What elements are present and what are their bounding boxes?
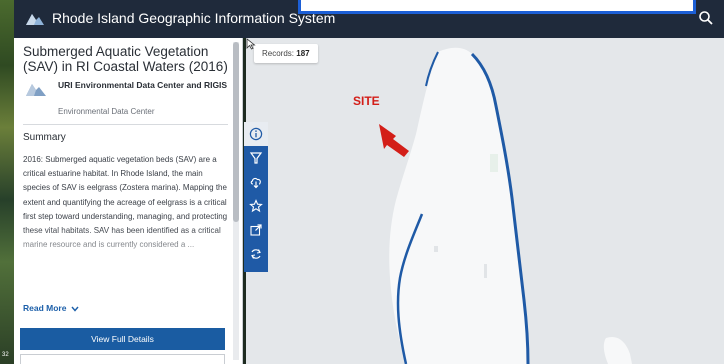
filter-icon <box>249 152 263 164</box>
secondary-button[interactable] <box>20 354 225 364</box>
app-title: Rhode Island Geographic Information Syst… <box>52 10 336 26</box>
corner-label: 32 <box>2 352 9 358</box>
search-icon[interactable] <box>698 10 714 26</box>
chevron-down-icon <box>71 306 79 312</box>
favorite-tool-button[interactable] <box>244 194 268 218</box>
divider <box>23 124 228 125</box>
highlight-banner <box>298 0 696 14</box>
aerial-imagery-strip <box>0 0 14 364</box>
read-more-label: Read More <box>23 303 67 313</box>
download-icon <box>250 177 261 189</box>
organization-logo-icon <box>26 84 46 96</box>
refresh-tool-button[interactable] <box>244 242 268 266</box>
info-icon <box>249 127 263 141</box>
summary-heading: Summary <box>23 132 66 143</box>
records-label: Records: <box>262 49 295 58</box>
filter-tool-button[interactable] <box>244 146 268 170</box>
app-window: Rhode Island Geographic Information Syst… <box>0 0 724 364</box>
map-feature <box>484 264 487 278</box>
details-panel: Submerged Aquatic Vegetation (SAV) in RI… <box>14 38 243 364</box>
island-landmass <box>389 47 528 364</box>
share-tool-button[interactable] <box>244 218 268 242</box>
source-organization[interactable]: URI Environmental Data Center and RIGIS <box>58 79 228 92</box>
rigis-logo-icon <box>26 14 44 25</box>
summary-fade <box>23 228 230 278</box>
small-island <box>603 336 632 364</box>
mouse-cursor-icon <box>246 38 256 50</box>
site-arrow <box>379 124 409 157</box>
tool-bar <box>244 122 268 272</box>
refresh-icon <box>251 249 261 259</box>
read-more-link[interactable]: Read More <box>23 303 79 313</box>
map-view[interactable]: Records: 187 SITE <box>246 38 724 364</box>
info-tool-button[interactable] <box>244 122 268 146</box>
map-feature <box>434 246 438 252</box>
star-icon <box>249 199 263 213</box>
records-value: 187 <box>296 49 310 58</box>
share-icon <box>250 224 262 236</box>
dataset-title: Submerged Aquatic Vegetation (SAV) in RI… <box>23 44 228 74</box>
records-count-badge: Records: 187 <box>254 44 318 63</box>
site-label: SITE <box>353 94 380 108</box>
view-full-details-button[interactable]: View Full Details <box>20 328 225 350</box>
map-canvas <box>379 47 632 364</box>
source-subtitle: Environmental Data Center <box>58 107 155 116</box>
map-feature <box>490 154 498 172</box>
panel-scrollbar-thumb[interactable] <box>233 42 239 222</box>
download-tool-button[interactable] <box>244 170 268 194</box>
